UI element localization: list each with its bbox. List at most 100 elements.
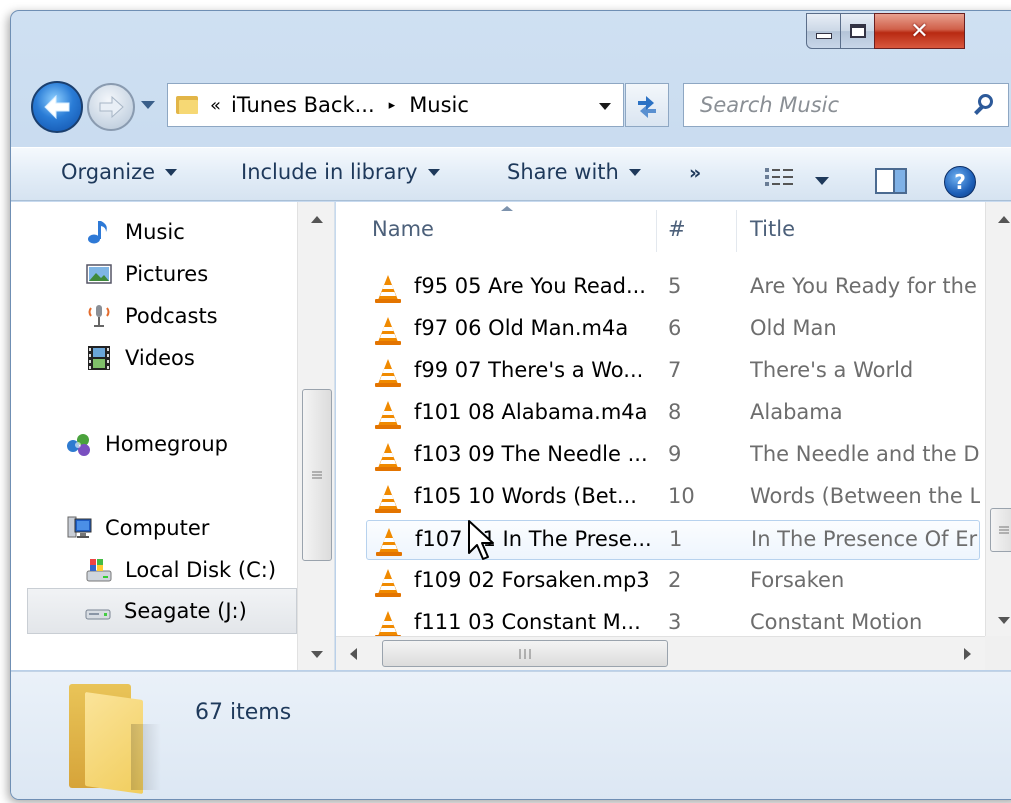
refresh-button[interactable]	[625, 83, 669, 127]
chevron-down-icon	[427, 168, 440, 176]
scrollbar-thumb[interactable]	[302, 389, 332, 561]
sort-ascending-icon	[501, 206, 513, 211]
help-button[interactable]: ?	[944, 166, 976, 198]
nav-item-pictures[interactable]: Pictures	[85, 260, 208, 288]
nav-item-homegroup[interactable]: Homegroup	[65, 430, 228, 458]
computer-icon	[65, 514, 93, 542]
include-in-library-label: Include in library	[241, 160, 418, 184]
explorer-window: ✕ « iTunes Back... ▸ Music Search Music	[10, 10, 1011, 800]
more-view-options-dropdown[interactable]	[815, 177, 829, 185]
column-header-name[interactable]: Name	[372, 202, 434, 256]
vlc-media-file-icon	[375, 443, 401, 471]
nav-label: Music	[125, 220, 185, 244]
vlc-media-file-icon	[375, 569, 401, 597]
preview-pane-icon[interactable]	[875, 168, 907, 194]
podcast-microphone-icon	[85, 302, 113, 330]
breadcrumb-segment-itunes-backup[interactable]: iTunes Back...	[231, 93, 375, 117]
navigation-scrollbar[interactable]	[297, 202, 334, 670]
chevron-down-icon	[628, 168, 641, 176]
file-list-vertical-scrollbar[interactable]	[985, 202, 1011, 636]
track-number: 7	[668, 358, 682, 382]
nav-item-music[interactable]: Music	[85, 218, 185, 246]
file-name: f109 02 Forsaken.mp3	[414, 568, 650, 592]
file-row[interactable]: f105 10 Words (Bet... 10 Words (Between th…	[366, 478, 980, 518]
column-header-number[interactable]: #	[668, 202, 686, 256]
nav-label: Videos	[125, 346, 195, 370]
track-title: There's a World	[750, 358, 914, 382]
forward-button[interactable]	[87, 83, 135, 131]
scroll-down-icon[interactable]	[998, 617, 1010, 624]
nav-item-local-disk[interactable]: Local Disk (C:)	[85, 556, 276, 584]
column-divider[interactable]	[736, 210, 737, 252]
nav-label: Homegroup	[105, 432, 229, 456]
nav-item-computer[interactable]: Computer	[65, 514, 209, 542]
search-box[interactable]: Search Music	[683, 83, 1009, 127]
nav-label: Pictures	[125, 262, 209, 286]
back-button[interactable]	[31, 81, 83, 133]
system-drive-icon	[85, 556, 113, 584]
folder-icon	[69, 684, 161, 795]
nav-item-videos[interactable]: Videos	[85, 344, 195, 372]
column-header-label: Title	[750, 217, 796, 241]
scroll-up-icon[interactable]	[311, 216, 323, 223]
track-number: 5	[668, 274, 682, 298]
nav-label: Seagate (J:)	[124, 599, 247, 623]
minimize-button[interactable]	[806, 13, 841, 49]
address-history-dropdown[interactable]	[599, 103, 611, 110]
music-note-icon	[85, 218, 113, 246]
vlc-media-file-icon	[375, 485, 401, 513]
track-title: Are You Ready for the	[750, 274, 977, 298]
include-in-library-menu[interactable]: Include in library	[241, 160, 440, 184]
track-title: Alabama	[750, 400, 843, 424]
maximize-button[interactable]	[840, 13, 875, 49]
nav-item-podcasts[interactable]: Podcasts	[85, 302, 218, 330]
file-name: f97 06 Old Man.m4a	[414, 316, 629, 340]
share-with-menu[interactable]: Share with	[507, 160, 641, 184]
scrollbar-thumb[interactable]	[990, 508, 1011, 552]
file-row[interactable]: f103 09 The Needle ... 9 The Needle and th…	[366, 436, 980, 476]
address-bar[interactable]: « iTunes Back... ▸ Music	[167, 83, 624, 127]
breadcrumb-segment-music[interactable]: Music	[409, 93, 469, 117]
more-commands-button[interactable]: »	[689, 162, 701, 184]
vlc-media-file-icon	[375, 317, 401, 345]
column-divider[interactable]	[656, 210, 657, 252]
organize-menu[interactable]: Organize	[61, 160, 178, 184]
back-arrow-icon	[44, 94, 70, 120]
track-number: 3	[668, 610, 682, 634]
item-count: 67 items	[195, 700, 292, 725]
search-icon[interactable]	[972, 92, 998, 118]
scroll-right-icon[interactable]	[964, 648, 971, 660]
nav-item-seagate[interactable]: Seagate (J:)	[27, 588, 297, 634]
scroll-left-icon[interactable]	[350, 648, 357, 660]
command-bar: Organize Include in library Share with »…	[11, 147, 1011, 201]
track-title: In The Presence Of Er	[751, 527, 978, 551]
pictures-icon	[85, 260, 113, 288]
search-input[interactable]: Search Music	[700, 93, 972, 117]
maximize-icon	[849, 24, 866, 38]
file-list-horizontal-scrollbar[interactable]	[336, 636, 985, 670]
file-row[interactable]: f95 05 Are You Read... 5 Are You Ready for…	[366, 268, 980, 308]
file-row[interactable]: f101 08 Alabama.m4a 8 Alabama	[366, 394, 980, 434]
homegroup-icon	[65, 430, 93, 458]
breadcrumb-separator[interactable]: ▸	[389, 98, 396, 113]
file-row[interactable]: f99 07 There's a Wo... 7 There's a World	[366, 352, 980, 392]
scrollbar-thumb[interactable]	[382, 640, 668, 667]
nav-label: Local Disk (C:)	[125, 558, 277, 582]
close-button[interactable]: ✕	[874, 13, 965, 49]
track-number: 10	[668, 484, 695, 508]
film-strip-icon	[85, 344, 113, 372]
vlc-media-file-icon	[376, 528, 402, 556]
navigation-pane: Music Pictures Podcasts Videos Homegroup	[11, 202, 335, 670]
change-view-icon[interactable]	[765, 166, 795, 188]
column-header-title[interactable]: Title	[750, 202, 795, 256]
file-row[interactable]: f97 06 Old Man.m4a 6 Old Man	[366, 310, 980, 350]
file-row[interactable]: f109 02 Forsaken.mp3 2 Forsaken	[366, 562, 980, 602]
file-row[interactable]: f107 01 In The Prese... 1 In The Presence …	[366, 520, 980, 560]
organize-label: Organize	[61, 160, 156, 184]
scrollbar-corner	[985, 636, 1011, 670]
scroll-down-icon[interactable]	[311, 651, 323, 658]
recent-pages-dropdown[interactable]	[141, 101, 155, 109]
breadcrumb-overflow[interactable]: «	[210, 95, 221, 116]
scroll-up-icon[interactable]	[998, 216, 1010, 223]
track-number: 2	[668, 568, 682, 592]
